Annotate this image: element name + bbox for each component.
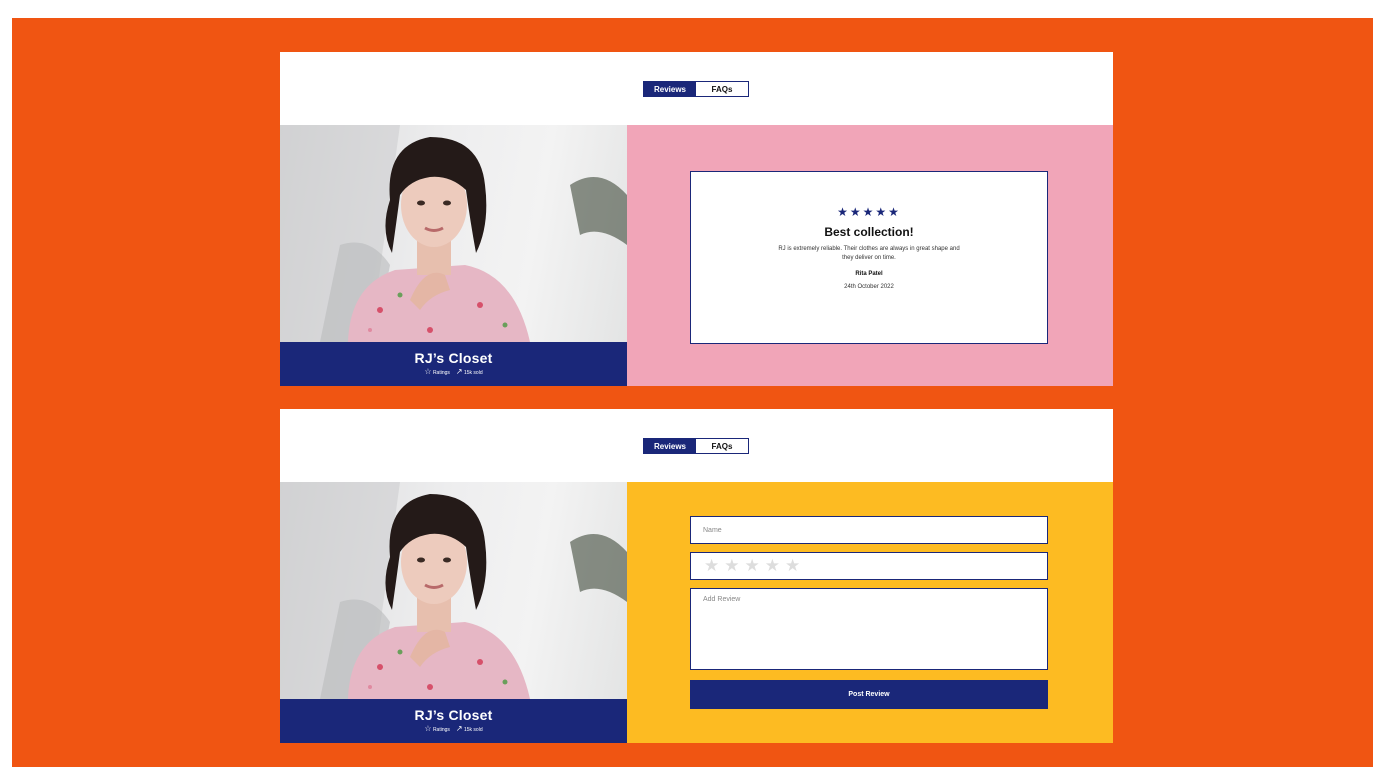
shop-info-bar: RJ’s Closet ☆ Ratings ↗ 15k sold bbox=[280, 699, 627, 743]
ratings-link[interactable]: ☆ Ratings bbox=[424, 367, 450, 377]
review-form-pane: Name ★★★★★ Add Review Post Review bbox=[627, 482, 1113, 743]
ratings-label: Ratings bbox=[432, 370, 450, 376]
rating-stars: ★★★★★ bbox=[837, 205, 901, 219]
shop-name: RJ’s Closet bbox=[414, 350, 493, 366]
ratings-label: Ratings bbox=[432, 727, 450, 733]
tab-reviews[interactable]: Reviews bbox=[644, 439, 696, 453]
portrait-image bbox=[280, 482, 627, 699]
review-pane: ★★★★★ Best collection! RJ is extremely r… bbox=[627, 125, 1113, 386]
star-outline-icon: ☆ bbox=[424, 724, 432, 733]
tab-reviews[interactable]: Reviews bbox=[644, 82, 696, 96]
review-textarea[interactable]: Add Review bbox=[690, 588, 1048, 670]
reviews-panel-display: Reviews FAQs RJ’s Closet ☆ Ratings ↗ 15k… bbox=[280, 52, 1113, 386]
review-text: RJ is extremely reliable. Their clothes … bbox=[778, 246, 960, 261]
reviews-panel-form: Reviews FAQs RJ’s Closet ☆ Ratings ↗ 15k… bbox=[280, 409, 1113, 743]
sold-info: ↗ 15k sold bbox=[455, 367, 483, 377]
shop-name: RJ’s Closet bbox=[414, 707, 493, 723]
star-rating-input[interactable]: ★★★★★ bbox=[690, 552, 1048, 580]
tab-faqs[interactable]: FAQs bbox=[696, 82, 748, 96]
tab-faqs[interactable]: FAQs bbox=[696, 439, 748, 453]
trend-up-icon: ↗ bbox=[455, 724, 463, 733]
post-review-button[interactable]: Post Review bbox=[690, 680, 1048, 709]
tab-bar: Reviews FAQs bbox=[643, 438, 749, 454]
review-date: 24th October 2022 bbox=[844, 284, 894, 290]
sold-label: 15k sold bbox=[463, 370, 483, 376]
star-outline-icon: ☆ bbox=[424, 367, 432, 376]
shop-meta: ☆ Ratings ↗ 15k sold bbox=[280, 367, 627, 377]
trend-up-icon: ↗ bbox=[455, 367, 463, 376]
tab-bar: Reviews FAQs bbox=[643, 81, 749, 97]
name-field[interactable]: Name bbox=[690, 516, 1048, 544]
review-title: Best collection! bbox=[824, 225, 914, 239]
portrait-image bbox=[280, 125, 627, 342]
ratings-link[interactable]: ☆ Ratings bbox=[424, 724, 450, 734]
shop-info-bar: RJ’s Closet ☆ Ratings ↗ 15k sold bbox=[280, 342, 627, 386]
review-card: ★★★★★ Best collection! RJ is extremely r… bbox=[690, 171, 1048, 344]
reviewer-name: Rita Patel bbox=[855, 271, 883, 277]
shop-photo: RJ’s Closet ☆ Ratings ↗ 15k sold bbox=[280, 125, 627, 386]
shop-photo: RJ’s Closet ☆ Ratings ↗ 15k sold bbox=[280, 482, 627, 743]
sold-info: ↗ 15k sold bbox=[455, 724, 483, 734]
shop-meta: ☆ Ratings ↗ 15k sold bbox=[280, 724, 627, 734]
sold-label: 15k sold bbox=[463, 727, 483, 733]
